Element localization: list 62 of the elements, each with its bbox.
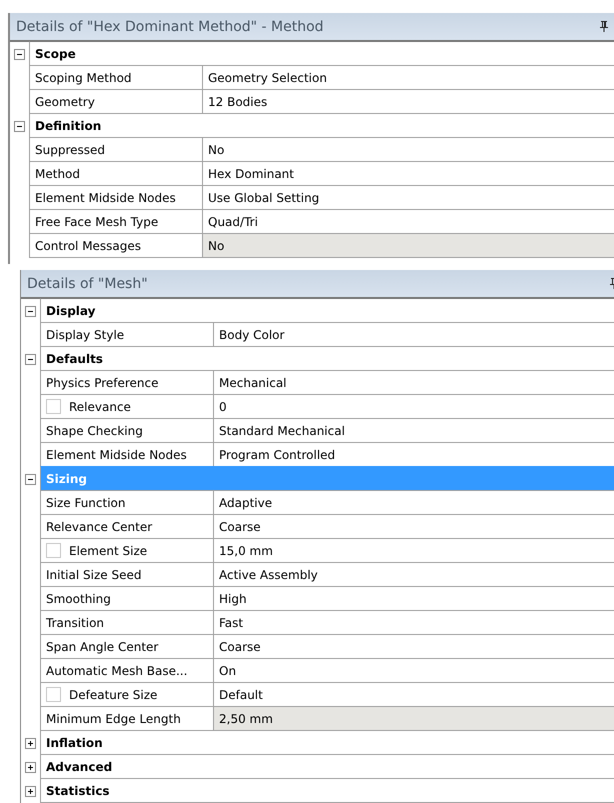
panel-title: Details of "Mesh" bbox=[27, 276, 148, 292]
group-header[interactable]: Scope bbox=[29, 41, 614, 66]
property-label: Scoping Method bbox=[35, 70, 132, 84]
property-label: Initial Size Seed bbox=[46, 568, 142, 582]
property-value[interactable]: Active Assembly bbox=[213, 563, 614, 587]
collapse-button[interactable] bbox=[25, 354, 36, 364]
expand-button[interactable] bbox=[25, 762, 36, 772]
collapse-button[interactable] bbox=[25, 306, 36, 316]
property-label: Defeature Size bbox=[69, 688, 158, 702]
group-header[interactable]: Advanced bbox=[40, 754, 614, 779]
property-label: Relevance Center bbox=[46, 520, 152, 534]
expand-button[interactable] bbox=[25, 738, 36, 748]
pin-icon[interactable] bbox=[600, 21, 608, 32]
group-header[interactable]: Definition bbox=[29, 113, 614, 138]
property-value[interactable]: Fast bbox=[213, 611, 614, 635]
property-label: Physics Preference bbox=[46, 376, 159, 390]
property-value[interactable]: Mechanical bbox=[213, 371, 614, 395]
property-label: Smoothing bbox=[46, 592, 111, 606]
property-label: Geometry bbox=[35, 94, 95, 108]
property-value[interactable]: High bbox=[213, 587, 614, 611]
panel-title: Details of "Hex Dominant Method" - Method bbox=[16, 18, 324, 34]
property-label: Minimum Edge Length bbox=[46, 712, 181, 726]
expand-button[interactable] bbox=[25, 786, 36, 796]
property-label: Shape Checking bbox=[46, 424, 143, 438]
collapse-button[interactable] bbox=[14, 48, 25, 60]
property-value[interactable]: Coarse bbox=[213, 515, 614, 539]
property-value[interactable]: Hex Dominant bbox=[202, 162, 614, 186]
property-label: Automatic Mesh Base... bbox=[46, 664, 188, 678]
property-value[interactable]: 0 bbox=[213, 395, 614, 419]
property-label: Free Face Mesh Type bbox=[35, 214, 158, 228]
property-label: Transition bbox=[46, 616, 104, 630]
checkbox[interactable] bbox=[46, 543, 61, 558]
property-value[interactable]: 12 Bodies bbox=[202, 90, 614, 114]
property-label: Span Angle Center bbox=[46, 640, 158, 654]
property-label: Element Midside Nodes bbox=[35, 190, 176, 204]
collapse-button[interactable] bbox=[14, 120, 25, 132]
property-value[interactable]: Standard Mechanical bbox=[213, 419, 614, 443]
group-header[interactable]: Display bbox=[40, 298, 614, 323]
property-label: Control Messages bbox=[35, 238, 142, 252]
group-header[interactable]: Statistics bbox=[40, 778, 614, 803]
property-value[interactable]: 15,0 mm bbox=[213, 539, 614, 563]
checkbox[interactable] bbox=[46, 687, 61, 702]
property-label: Relevance bbox=[69, 400, 131, 414]
property-value[interactable]: No bbox=[202, 138, 614, 162]
property-label: Size Function bbox=[46, 496, 126, 510]
property-value[interactable]: Body Color bbox=[213, 323, 614, 347]
property-value[interactable]: Coarse bbox=[213, 635, 614, 659]
property-value[interactable]: On bbox=[213, 659, 614, 683]
group-header[interactable]: Defaults bbox=[40, 346, 614, 371]
group-header[interactable]: Inflation bbox=[40, 730, 614, 755]
property-value[interactable]: Use Global Setting bbox=[202, 186, 614, 210]
property-label: Element Size bbox=[69, 544, 148, 558]
property-value[interactable]: No bbox=[202, 234, 614, 258]
property-value[interactable]: Geometry Selection bbox=[202, 66, 614, 90]
property-label: Display Style bbox=[46, 328, 124, 342]
property-value[interactable]: 2,50 mm bbox=[213, 707, 614, 731]
property-label: Suppressed bbox=[35, 142, 106, 156]
checkbox[interactable] bbox=[46, 399, 61, 414]
property-label: Method bbox=[35, 166, 80, 180]
collapse-button[interactable] bbox=[25, 474, 36, 484]
property-label: Element Midside Nodes bbox=[46, 448, 187, 462]
property-value[interactable]: Adaptive bbox=[213, 491, 614, 515]
